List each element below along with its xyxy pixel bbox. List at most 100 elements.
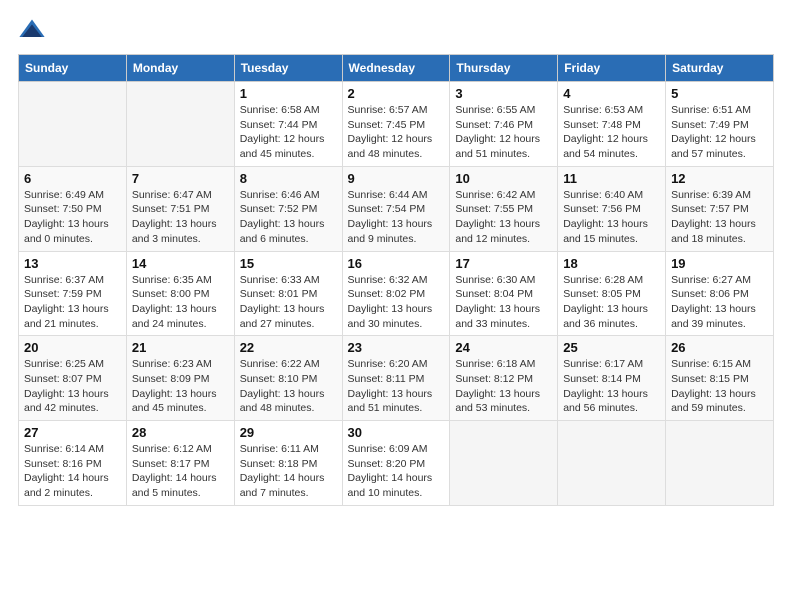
day-cell: 13 Sunrise: 6:37 AM Sunset: 7:59 PM Dayli… <box>19 251 127 336</box>
week-row-1: 1 Sunrise: 6:58 AM Sunset: 7:44 PM Daylig… <box>19 82 774 167</box>
day-cell: 2Sunrise: 6:57 AM Sunset: 7:45 PM Daylig… <box>342 82 450 167</box>
day-cell: 26 Sunrise: 6:15 AM Sunset: 8:15 PM Dayli… <box>666 336 774 421</box>
col-header-friday: Friday <box>558 55 666 82</box>
page: SundayMondayTuesdayWednesdayThursdayFrid… <box>0 0 792 612</box>
day-number: 15 <box>240 256 337 271</box>
day-info: Sunrise: 6:27 AM Sunset: 8:06 PM Dayligh… <box>671 273 768 332</box>
day-cell: 24 Sunrise: 6:18 AM Sunset: 8:12 PM Dayli… <box>450 336 558 421</box>
logo-icon <box>18 16 46 44</box>
day-number: 17 <box>455 256 552 271</box>
day-cell: 28 Sunrise: 6:12 AM Sunset: 8:17 PM Dayli… <box>126 421 234 506</box>
day-cell: 6 Sunrise: 6:49 AM Sunset: 7:50 PM Daylig… <box>19 166 127 251</box>
day-info: Sunrise: 6:40 AM Sunset: 7:56 PM Dayligh… <box>563 188 660 247</box>
day-info: Sunrise: 6:55 AM Sunset: 7:46 PM Dayligh… <box>455 103 552 162</box>
col-header-thursday: Thursday <box>450 55 558 82</box>
day-cell: 12 Sunrise: 6:39 AM Sunset: 7:57 PM Dayli… <box>666 166 774 251</box>
day-cell: 14 Sunrise: 6:35 AM Sunset: 8:00 PM Dayli… <box>126 251 234 336</box>
day-cell: 18 Sunrise: 6:28 AM Sunset: 8:05 PM Dayli… <box>558 251 666 336</box>
day-number: 6 <box>24 171 121 186</box>
day-cell: 29Sunrise: 6:11 AM Sunset: 8:18 PM Dayli… <box>234 421 342 506</box>
day-number: 16 <box>348 256 445 271</box>
day-info: Sunrise: 6:35 AM Sunset: 8:00 PM Dayligh… <box>132 273 229 332</box>
day-info: Sunrise: 6:49 AM Sunset: 7:50 PM Dayligh… <box>24 188 121 247</box>
day-number: 26 <box>671 340 768 355</box>
day-info: Sunrise: 6:14 AM Sunset: 8:16 PM Dayligh… <box>24 442 121 501</box>
day-number: 1 <box>240 86 337 101</box>
day-number: 22 <box>240 340 337 355</box>
header <box>18 16 774 44</box>
day-number: 12 <box>671 171 768 186</box>
day-cell: 4Sunrise: 6:53 AM Sunset: 7:48 PM Daylig… <box>558 82 666 167</box>
col-header-tuesday: Tuesday <box>234 55 342 82</box>
day-info: Sunrise: 6:51 AM Sunset: 7:49 PM Dayligh… <box>671 103 768 162</box>
day-info: Sunrise: 6:12 AM Sunset: 8:17 PM Dayligh… <box>132 442 229 501</box>
day-cell: 9 Sunrise: 6:44 AM Sunset: 7:54 PM Daylig… <box>342 166 450 251</box>
day-number: 8 <box>240 171 337 186</box>
day-cell: 1 Sunrise: 6:58 AM Sunset: 7:44 PM Daylig… <box>234 82 342 167</box>
day-cell: 5 Sunrise: 6:51 AM Sunset: 7:49 PM Daylig… <box>666 82 774 167</box>
day-info: Sunrise: 6:44 AM Sunset: 7:54 PM Dayligh… <box>348 188 445 247</box>
day-cell <box>19 82 127 167</box>
day-number: 21 <box>132 340 229 355</box>
day-info: Sunrise: 6:32 AM Sunset: 8:02 PM Dayligh… <box>348 273 445 332</box>
day-info: Sunrise: 6:53 AM Sunset: 7:48 PM Dayligh… <box>563 103 660 162</box>
day-cell: 22 Sunrise: 6:22 AM Sunset: 8:10 PM Dayli… <box>234 336 342 421</box>
col-header-wednesday: Wednesday <box>342 55 450 82</box>
day-cell <box>126 82 234 167</box>
day-number: 2 <box>348 86 445 101</box>
day-info: Sunrise: 6:22 AM Sunset: 8:10 PM Dayligh… <box>240 357 337 416</box>
day-info: Sunrise: 6:46 AM Sunset: 7:52 PM Dayligh… <box>240 188 337 247</box>
day-info: Sunrise: 6:25 AM Sunset: 8:07 PM Dayligh… <box>24 357 121 416</box>
day-cell <box>450 421 558 506</box>
day-info: Sunrise: 6:15 AM Sunset: 8:15 PM Dayligh… <box>671 357 768 416</box>
day-info: Sunrise: 6:30 AM Sunset: 8:04 PM Dayligh… <box>455 273 552 332</box>
day-cell: 8 Sunrise: 6:46 AM Sunset: 7:52 PM Daylig… <box>234 166 342 251</box>
day-cell: 15Sunrise: 6:33 AM Sunset: 8:01 PM Dayli… <box>234 251 342 336</box>
day-number: 18 <box>563 256 660 271</box>
day-number: 10 <box>455 171 552 186</box>
day-info: Sunrise: 6:58 AM Sunset: 7:44 PM Dayligh… <box>240 103 337 162</box>
col-header-monday: Monday <box>126 55 234 82</box>
day-number: 3 <box>455 86 552 101</box>
day-cell: 27Sunrise: 6:14 AM Sunset: 8:16 PM Dayli… <box>19 421 127 506</box>
week-row-3: 13 Sunrise: 6:37 AM Sunset: 7:59 PM Dayli… <box>19 251 774 336</box>
calendar-table: SundayMondayTuesdayWednesdayThursdayFrid… <box>18 54 774 506</box>
day-info: Sunrise: 6:17 AM Sunset: 8:14 PM Dayligh… <box>563 357 660 416</box>
day-info: Sunrise: 6:23 AM Sunset: 8:09 PM Dayligh… <box>132 357 229 416</box>
week-row-5: 27Sunrise: 6:14 AM Sunset: 8:16 PM Dayli… <box>19 421 774 506</box>
day-info: Sunrise: 6:28 AM Sunset: 8:05 PM Dayligh… <box>563 273 660 332</box>
calendar-header-row: SundayMondayTuesdayWednesdayThursdayFrid… <box>19 55 774 82</box>
day-number: 24 <box>455 340 552 355</box>
day-number: 25 <box>563 340 660 355</box>
col-header-saturday: Saturday <box>666 55 774 82</box>
day-cell: 25 Sunrise: 6:17 AM Sunset: 8:14 PM Dayli… <box>558 336 666 421</box>
day-number: 13 <box>24 256 121 271</box>
day-info: Sunrise: 6:42 AM Sunset: 7:55 PM Dayligh… <box>455 188 552 247</box>
day-cell: 7Sunrise: 6:47 AM Sunset: 7:51 PM Daylig… <box>126 166 234 251</box>
day-cell <box>666 421 774 506</box>
day-number: 5 <box>671 86 768 101</box>
col-header-sunday: Sunday <box>19 55 127 82</box>
week-row-2: 6 Sunrise: 6:49 AM Sunset: 7:50 PM Daylig… <box>19 166 774 251</box>
day-info: Sunrise: 6:20 AM Sunset: 8:11 PM Dayligh… <box>348 357 445 416</box>
day-number: 11 <box>563 171 660 186</box>
day-cell: 17 Sunrise: 6:30 AM Sunset: 8:04 PM Dayli… <box>450 251 558 336</box>
day-cell: 19 Sunrise: 6:27 AM Sunset: 8:06 PM Dayli… <box>666 251 774 336</box>
day-number: 30 <box>348 425 445 440</box>
day-cell: 30Sunrise: 6:09 AM Sunset: 8:20 PM Dayli… <box>342 421 450 506</box>
day-number: 29 <box>240 425 337 440</box>
day-cell: 3 Sunrise: 6:55 AM Sunset: 7:46 PM Daylig… <box>450 82 558 167</box>
logo <box>18 16 50 44</box>
day-info: Sunrise: 6:18 AM Sunset: 8:12 PM Dayligh… <box>455 357 552 416</box>
week-row-4: 20Sunrise: 6:25 AM Sunset: 8:07 PM Dayli… <box>19 336 774 421</box>
day-number: 9 <box>348 171 445 186</box>
day-number: 19 <box>671 256 768 271</box>
day-number: 14 <box>132 256 229 271</box>
day-info: Sunrise: 6:47 AM Sunset: 7:51 PM Dayligh… <box>132 188 229 247</box>
day-cell: 10 Sunrise: 6:42 AM Sunset: 7:55 PM Dayli… <box>450 166 558 251</box>
day-info: Sunrise: 6:39 AM Sunset: 7:57 PM Dayligh… <box>671 188 768 247</box>
day-info: Sunrise: 6:37 AM Sunset: 7:59 PM Dayligh… <box>24 273 121 332</box>
day-cell: 11 Sunrise: 6:40 AM Sunset: 7:56 PM Dayli… <box>558 166 666 251</box>
day-number: 28 <box>132 425 229 440</box>
day-cell: 21 Sunrise: 6:23 AM Sunset: 8:09 PM Dayli… <box>126 336 234 421</box>
